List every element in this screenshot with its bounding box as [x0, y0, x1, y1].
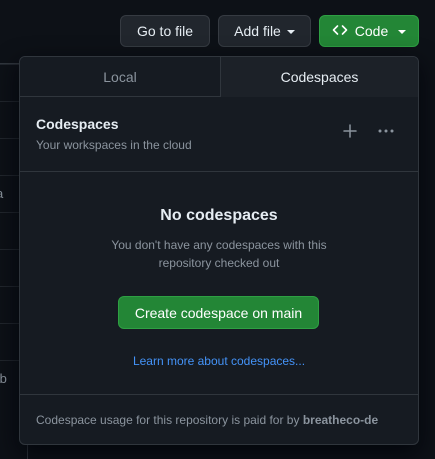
caret-down-icon [286, 30, 295, 34]
codespaces-header: Codespaces Your workspaces in the cloud [20, 97, 418, 172]
new-codespace-button[interactable] [338, 121, 362, 145]
code-icon [332, 22, 348, 41]
code-label: Code [354, 23, 389, 39]
codespaces-options-button[interactable] [374, 121, 398, 145]
page: ema loa rag me b Go to file Add file Cod… [0, 0, 435, 459]
add-file-label: Add file [234, 23, 281, 39]
learn-more-link[interactable]: Learn more about codespaces... [20, 354, 418, 368]
code-button[interactable]: Code [319, 15, 419, 47]
tab-local-label: Local [103, 68, 137, 85]
caret-down-icon [398, 30, 407, 34]
billing-text: Codespace usage for this repository is p… [36, 413, 303, 427]
kebab-horizontal-icon [377, 123, 395, 144]
tab-codespaces[interactable]: Codespaces [220, 57, 418, 97]
empty-state-description: You don't have any codespaces with this … [111, 238, 327, 270]
go-to-file-button[interactable]: Go to file [120, 15, 210, 47]
codespaces-billing-footer: Codespace usage for this repository is p… [36, 413, 378, 427]
empty-state-title: No codespaces [160, 207, 278, 224]
plus-icon [342, 123, 358, 144]
billing-org: breatheco-de [302, 413, 379, 427]
tab-codespaces-label: Codespaces [280, 69, 359, 85]
codespaces-subtitle: Your workspaces in the cloud [36, 138, 192, 152]
add-file-button[interactable]: Add file [218, 15, 311, 47]
create-codespace-label: Create codespace on main [134, 304, 303, 321]
create-codespace-button[interactable]: Create codespace on main [118, 296, 319, 329]
tab-local[interactable]: Local [20, 57, 220, 97]
go-to-file-label: Go to file [136, 23, 194, 39]
codespaces-empty-state: No codespaces You don't have any codespa… [20, 172, 418, 395]
codespaces-title: Codespaces [36, 116, 119, 132]
code-dropdown-panel: Local Codespaces Codespaces Your workspa… [19, 56, 419, 445]
code-dropdown-tabs: Local Codespaces [20, 57, 418, 97]
